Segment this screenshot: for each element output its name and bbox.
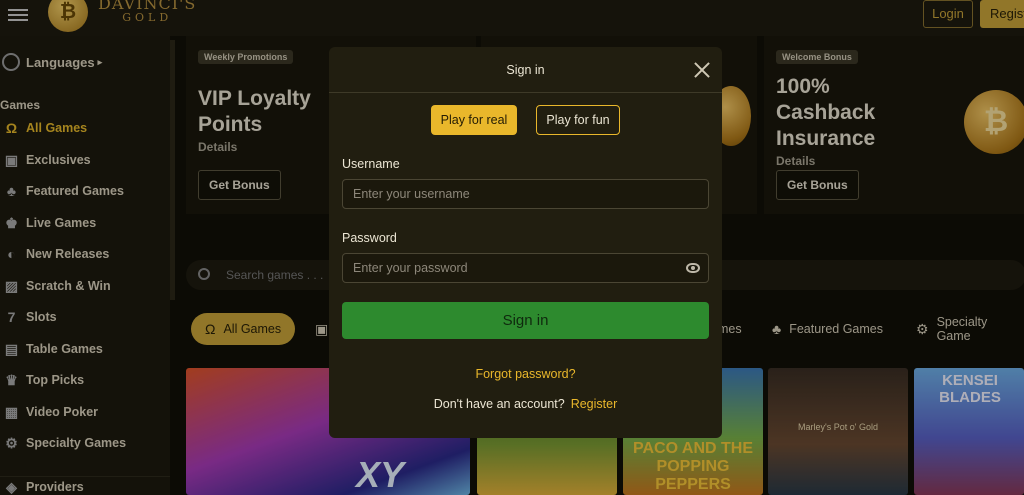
username-input[interactable] — [343, 180, 708, 208]
forgot-password-link[interactable]: Forgot password? — [329, 367, 722, 381]
register-prompt: Don't have an account? Register — [329, 397, 722, 411]
no-account-text: Don't have an account? — [433, 397, 565, 411]
username-label: Username — [342, 157, 400, 171]
sign-in-button[interactable]: Sign in — [342, 302, 709, 339]
password-input[interactable] — [343, 254, 708, 282]
sign-in-modal: Sign in Play for real Play for fun Usern… — [329, 47, 722, 438]
register-link[interactable]: Register — [571, 397, 618, 411]
play-for-fun-button[interactable]: Play for fun — [536, 105, 620, 135]
show-password-eye-icon[interactable] — [686, 263, 700, 273]
password-field[interactable] — [342, 253, 709, 283]
password-label: Password — [342, 231, 397, 245]
username-field[interactable] — [342, 179, 709, 209]
close-icon[interactable] — [693, 61, 711, 79]
modal-title: Sign in — [506, 63, 545, 77]
play-for-real-button[interactable]: Play for real — [431, 105, 517, 135]
modal-header: Sign in — [329, 47, 722, 93]
